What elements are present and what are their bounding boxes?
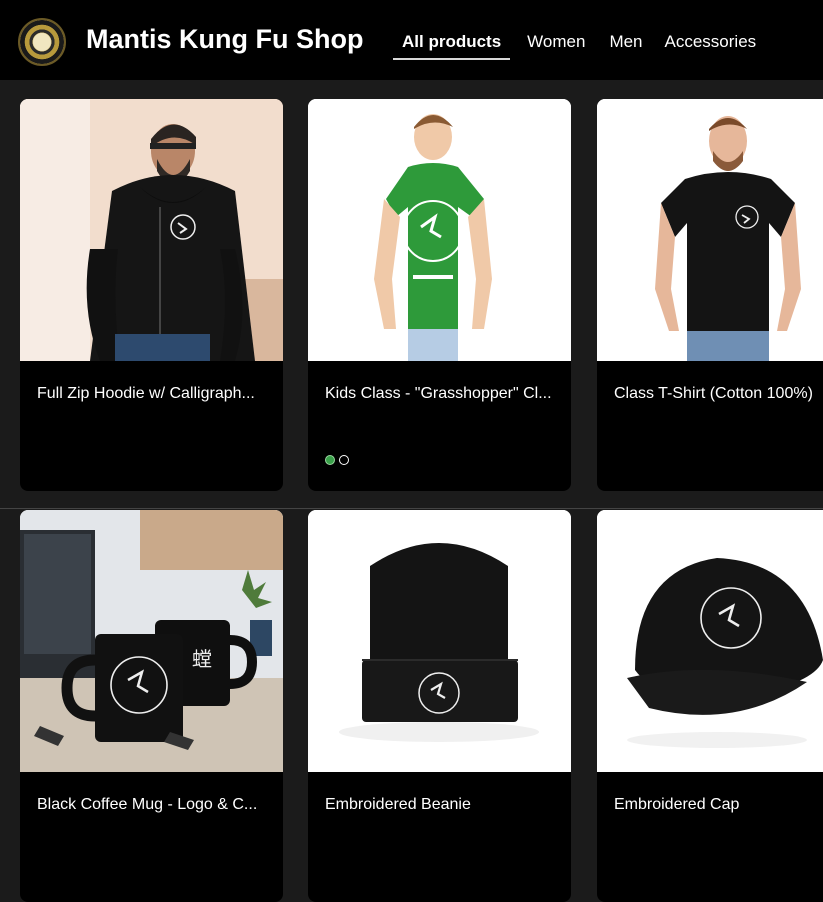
product-title[interactable]: Embroidered Cap <box>614 796 823 814</box>
row-divider <box>0 508 823 509</box>
product-image[interactable] <box>20 99 283 361</box>
carousel-dot-1[interactable] <box>325 455 335 465</box>
product-title[interactable]: Embroidered Beanie <box>325 796 557 814</box>
image-carousel-dots <box>325 455 349 465</box>
product-title[interactable]: Black Coffee Mug - Logo & C... <box>37 796 269 814</box>
product-image[interactable] <box>308 510 571 772</box>
product-title[interactable]: Full Zip Hoodie w/ Calligraph... <box>37 385 269 403</box>
nav-men[interactable]: Men <box>600 22 651 60</box>
product-card-beanie[interactable]: Embroidered Beanie <box>308 510 571 902</box>
nav-all-products[interactable]: All products <box>393 22 511 60</box>
product-card-coffee-mug[interactable]: 螳 Black Coffee Mug - Logo & C... <box>20 510 283 902</box>
product-card-cap[interactable]: Embroidered Cap <box>597 510 823 902</box>
svg-text:螳: 螳 <box>192 647 212 671</box>
main-nav: All products Women Men Accessories <box>393 22 765 62</box>
product-card-kids-tshirt[interactable]: Kids Class - "Grasshopper" Cl... <box>308 99 571 491</box>
product-image[interactable] <box>597 99 823 361</box>
kids-tshirt-image <box>308 99 571 361</box>
cap-image <box>597 510 823 772</box>
product-image[interactable]: 螳 <box>20 510 283 772</box>
product-title[interactable]: Class T-Shirt (Cotton 100%) <box>614 385 823 403</box>
logo-icon[interactable] <box>18 18 66 66</box>
hoodie-image <box>20 99 283 361</box>
product-image[interactable] <box>308 99 571 361</box>
product-card-class-tshirt[interactable]: Class T-Shirt (Cotton 100%) <box>597 99 823 491</box>
nav-women[interactable]: Women <box>518 22 594 60</box>
carousel-dot-2[interactable] <box>339 455 349 465</box>
shop-title[interactable]: Mantis Kung Fu Shop <box>86 24 363 55</box>
product-card-hoodie[interactable]: Full Zip Hoodie w/ Calligraph... <box>20 99 283 491</box>
site-header: Mantis Kung Fu Shop All products Women M… <box>0 0 823 80</box>
product-image[interactable] <box>597 510 823 772</box>
product-title[interactable]: Kids Class - "Grasshopper" Cl... <box>325 385 557 403</box>
coffee-mug-image: 螳 <box>20 510 283 772</box>
beanie-image <box>308 510 571 772</box>
class-tshirt-image <box>597 99 823 361</box>
nav-accessories[interactable]: Accessories <box>656 22 766 60</box>
